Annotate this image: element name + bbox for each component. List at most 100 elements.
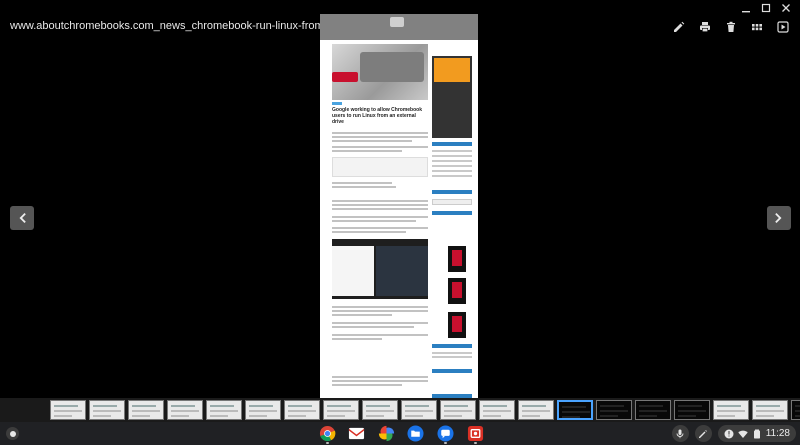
sidebar-heading — [432, 190, 472, 194]
body-line — [332, 186, 396, 188]
screenshot-panel-right — [376, 246, 428, 296]
grid-icon[interactable] — [748, 18, 766, 36]
thumbnail-content — [562, 416, 580, 418]
thumbnail-content — [54, 410, 82, 412]
thumbnail[interactable] — [206, 400, 242, 420]
thumbnail[interactable] — [791, 400, 800, 420]
microphone-icon[interactable] — [671, 425, 689, 442]
sidebar-line — [432, 356, 472, 358]
screen-recorder-icon[interactable] — [467, 425, 484, 442]
thumbnail[interactable] — [674, 400, 710, 420]
thumbnail[interactable] — [752, 400, 788, 420]
body-line — [332, 208, 428, 210]
thumbnail[interactable] — [128, 400, 164, 420]
thumbnail[interactable] — [440, 400, 476, 420]
sidebar-heading — [432, 142, 472, 146]
thumbnail[interactable] — [89, 400, 125, 420]
close-icon[interactable] — [780, 2, 792, 14]
sidebar-line — [432, 175, 472, 177]
previous-image-button[interactable] — [10, 206, 34, 230]
thumbnail-content — [288, 410, 316, 412]
sidebar-line — [432, 155, 472, 157]
thumbnail[interactable] — [284, 400, 320, 420]
body-line — [332, 384, 402, 386]
body-line — [332, 326, 414, 328]
thumbnail-content — [93, 410, 121, 412]
thumbnail[interactable] — [245, 400, 281, 420]
launcher-button[interactable] — [6, 427, 19, 440]
thumbnail-content — [93, 415, 111, 417]
thumbnail-content — [444, 405, 468, 407]
thumbnail[interactable] — [401, 400, 437, 420]
thumbnail-content — [288, 405, 312, 407]
thumbnail-content — [678, 415, 696, 417]
thumbnail-content — [756, 405, 780, 407]
thumbnail[interactable] — [596, 400, 632, 420]
sidebar-line — [432, 352, 472, 354]
body-line — [332, 306, 428, 308]
thumbnail-selected[interactable] — [557, 400, 593, 420]
thumbnail-content — [795, 410, 800, 412]
body-line — [332, 334, 428, 336]
phone-ad — [448, 246, 466, 272]
body-line — [332, 231, 406, 233]
sidebar-line — [432, 150, 472, 152]
code-block — [332, 157, 428, 177]
body-line — [332, 182, 392, 184]
body-line — [332, 140, 412, 142]
thumbnail-content — [327, 415, 345, 417]
thumbnail-content — [483, 405, 507, 407]
thumbnail-content — [678, 410, 706, 412]
thumbnail-content — [483, 410, 511, 412]
thumbnail-content — [795, 415, 800, 417]
body-line — [332, 322, 428, 324]
chevron-left-icon — [19, 213, 26, 223]
thumbnail-filmstrip — [0, 398, 800, 422]
sidebar-line — [432, 165, 472, 167]
window-controls — [740, 0, 800, 14]
minimize-icon[interactable] — [740, 2, 752, 14]
body-line — [332, 200, 428, 202]
status-area[interactable]: 11:28 — [717, 425, 796, 442]
thumbnail-content — [132, 415, 150, 417]
thumbnail-content — [210, 405, 234, 407]
app-running-indicator — [444, 442, 447, 444]
next-image-button[interactable] — [767, 206, 791, 230]
thumbnail-content — [210, 410, 238, 412]
body-line — [332, 150, 402, 152]
thumbnail[interactable] — [635, 400, 671, 420]
thumbnail-content — [132, 410, 160, 412]
thumbnail[interactable] — [713, 400, 749, 420]
thumbnail[interactable] — [479, 400, 515, 420]
photos-icon[interactable] — [378, 425, 395, 442]
thumbnail-content — [249, 405, 273, 407]
maximize-icon[interactable] — [760, 2, 772, 14]
thumbnail-content — [54, 415, 72, 417]
files-icon[interactable] — [407, 425, 424, 442]
thumbnail-content — [405, 410, 433, 412]
chrome-icon[interactable] — [319, 425, 336, 442]
thumbnail[interactable] — [50, 400, 86, 420]
body-line — [332, 216, 428, 218]
thumbnail[interactable] — [323, 400, 359, 420]
thumbnail[interactable] — [167, 400, 203, 420]
thumbnail-content — [288, 415, 306, 417]
gmail-icon[interactable] — [348, 425, 365, 442]
system-tray: 11:28 — [671, 425, 796, 442]
slideshow-icon[interactable] — [774, 18, 792, 36]
thumbnail-content — [54, 405, 78, 407]
stylus-icon[interactable] — [694, 425, 712, 442]
viewer-toolbar — [670, 18, 792, 36]
thumbnail-content — [366, 410, 394, 412]
body-line — [332, 338, 382, 340]
body-line — [332, 376, 428, 378]
thumbnail[interactable] — [362, 400, 398, 420]
delete-icon[interactable] — [722, 18, 740, 36]
messages-icon[interactable] — [437, 425, 454, 442]
battery-icon — [753, 429, 760, 438]
edit-icon[interactable] — [670, 18, 688, 36]
print-icon[interactable] — [696, 18, 714, 36]
thumbnail[interactable] — [518, 400, 554, 420]
thumbnail-content — [600, 405, 624, 407]
body-line — [332, 314, 392, 316]
